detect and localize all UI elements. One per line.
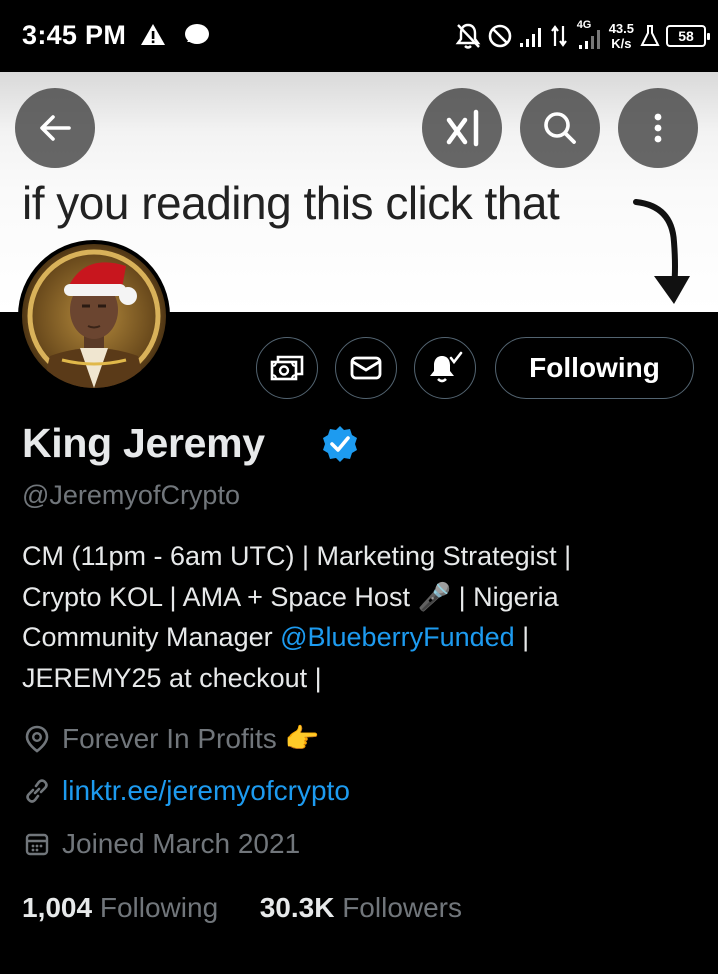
- mail-icon: [350, 356, 382, 380]
- grok-button[interactable]: [422, 88, 502, 168]
- bio-text: | Nigeria: [451, 581, 559, 612]
- bio: CM (11pm - 6am UTC) | Marketing Strategi…: [22, 536, 692, 698]
- location-pin-icon: [22, 724, 52, 754]
- data-transfer-icon: [550, 25, 567, 47]
- more-options-button[interactable]: [618, 88, 698, 168]
- bio-text: Community Manager: [22, 622, 281, 652]
- notifications-muted-icon: [455, 23, 481, 49]
- location-text: Forever In Profits: [62, 722, 277, 754]
- following-count: 1,004: [22, 892, 93, 923]
- search-button[interactable]: [520, 88, 600, 168]
- location-row: Forever In Profits 👉: [22, 722, 320, 755]
- bio-text: |: [514, 622, 530, 652]
- followers-count-link[interactable]: 30.3K Followers: [260, 892, 462, 923]
- search-icon: [544, 112, 576, 144]
- signal-icon: [519, 28, 541, 47]
- link-icon: [22, 776, 52, 806]
- warning-icon: [141, 24, 165, 45]
- bio-line: Community Manager @BlueberryFunded |: [22, 617, 692, 658]
- flask-icon: [640, 25, 660, 46]
- username-handle: @JeremyofCrypto: [22, 480, 240, 510]
- bio-line: CM (11pm - 6am UTC) | Marketing Strategi…: [22, 541, 572, 571]
- profile-picture: [22, 244, 166, 388]
- following-count-link[interactable]: 1,004 Following: [22, 892, 218, 923]
- curved-arrow-icon: [633, 199, 690, 304]
- back-arrow-icon: [40, 115, 71, 141]
- status-right-group: 4G 43.5 K/s 58: [455, 14, 710, 58]
- money-icon: [270, 355, 304, 381]
- mention-link[interactable]: @BlueberryFunded: [280, 622, 515, 652]
- joined-row: Joined March 2021: [22, 828, 300, 860]
- bio-line: Crypto KOL | AMA + Space Host 🎤 | Nigeri…: [22, 577, 692, 618]
- message-button[interactable]: [335, 337, 397, 399]
- followers-label: Followers: [342, 892, 463, 923]
- verified-badge-icon: [323, 426, 357, 462]
- chat-bubble-icon: [185, 24, 209, 44]
- speed-unit: K/s: [611, 36, 632, 51]
- subscribe-button[interactable]: [256, 337, 318, 399]
- battery-level: 58: [678, 28, 694, 44]
- website-link[interactable]: linktr.ee/jeremyofcrypto: [62, 775, 350, 807]
- following-label: Following: [99, 892, 219, 923]
- pointing-emoji: 👉: [284, 723, 320, 754]
- follow-counts: 1,004 Following 30.3K Followers: [22, 892, 462, 924]
- status-left-icons: [140, 22, 220, 53]
- joined-text: Joined March 2021: [62, 828, 301, 859]
- following-button[interactable]: Following: [495, 337, 694, 399]
- banner-text: if you reading this click that: [22, 177, 560, 229]
- notifications-button[interactable]: [414, 337, 476, 399]
- website-row: linktr.ee/jeremyofcrypto: [22, 775, 350, 807]
- mobile-signal-icon: 4G: [573, 19, 603, 51]
- status-bar: 3:45 PM 4G 43.5 K/s 58: [0, 0, 718, 72]
- more-vertical-icon: [654, 113, 662, 143]
- calendar-icon: [22, 829, 52, 859]
- display-name: King Jeremy: [22, 420, 265, 466]
- status-time: 3:45 PM: [22, 20, 127, 50]
- followers-count: 30.3K: [259, 892, 335, 923]
- back-button[interactable]: [15, 88, 95, 168]
- bio-text: Crypto KOL | AMA + Space Host: [22, 581, 418, 612]
- microphone-emoji: 🎤: [417, 581, 452, 612]
- bell-check-icon: [430, 351, 463, 383]
- do-not-disturb-icon: [488, 24, 511, 48]
- grok-icon: [446, 109, 479, 147]
- bio-line: JEREMY25 at checkout |: [22, 662, 322, 693]
- battery-indicator: 58: [666, 25, 710, 47]
- speed-value: 43.5: [608, 21, 634, 36]
- avatar[interactable]: [18, 240, 170, 392]
- network-speed: 43.5 K/s: [609, 21, 634, 51]
